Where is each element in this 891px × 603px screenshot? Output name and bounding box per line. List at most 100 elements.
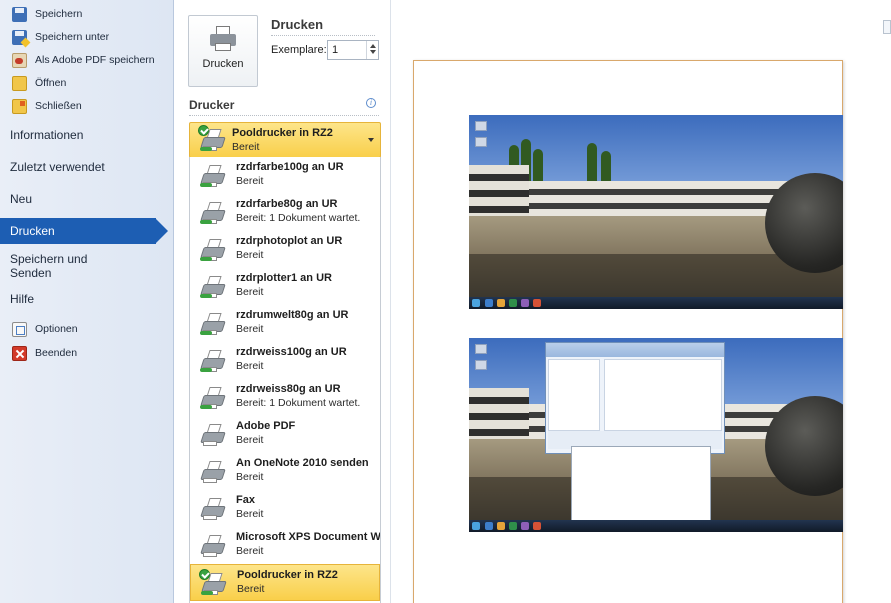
print-section-title: Drucken — [271, 17, 324, 32]
backstage-nav: Speichern Speichern unter Als Adobe PDF … — [0, 0, 174, 603]
printer-name: rzdrfarbe100g an UR — [236, 161, 344, 173]
printer-icon — [200, 311, 226, 337]
printer-icon — [199, 569, 227, 597]
zoom-button[interactable] — [883, 20, 891, 34]
printer-dropdown[interactable]: Pooldrucker in RZ2 Bereit — [189, 122, 381, 158]
printer-icon — [198, 125, 226, 153]
printer-name: rzdrweiss80g an UR — [236, 383, 341, 395]
printer-name: rzdrphotoplot an UR — [236, 235, 343, 247]
printer-list-item[interactable]: rzdrfarbe100g an UR Bereit — [190, 157, 380, 194]
nav-save-as-label: Speichern unter — [35, 31, 110, 43]
nav-optionen[interactable]: Optionen — [12, 320, 78, 338]
divider — [189, 115, 379, 116]
printer-list-item[interactable]: Microsoft XPS Document Writer Bereit — [190, 527, 380, 564]
nav-close[interactable]: Schließen — [12, 97, 82, 115]
copies-value[interactable]: 1 — [332, 44, 338, 56]
printer-list-item[interactable]: rzdrphotoplot an UR Bereit — [190, 231, 380, 268]
check-icon — [198, 125, 209, 136]
nav-optionen-label: Optionen — [35, 323, 78, 335]
save-as-icon — [12, 29, 27, 45]
printer-icon — [200, 385, 226, 411]
printer-status: Bereit — [236, 434, 264, 446]
spin-down-icon[interactable] — [369, 50, 376, 54]
nav-save-as-pdf-label: Als Adobe PDF speichern — [35, 54, 155, 66]
print-button-label: Drucken — [202, 58, 244, 70]
selected-printer-name: Pooldrucker in RZ2 — [232, 127, 333, 139]
printer-name: Microsoft XPS Document Writer — [236, 531, 381, 543]
printer-name: Adobe PDF — [236, 420, 296, 432]
printer-name: rzdrfarbe80g an UR — [236, 198, 338, 210]
printer-icon — [200, 533, 226, 559]
printer-icon — [200, 237, 226, 263]
printer-name: Pooldrucker in RZ2 — [237, 569, 338, 581]
printer-icon — [200, 422, 226, 448]
printer-list-item[interactable]: rzdrplotter1 an UR Bereit — [190, 268, 380, 305]
printer-icon — [209, 26, 237, 52]
nav-open[interactable]: Öffnen — [12, 74, 66, 92]
nav-neu[interactable]: Neu — [10, 192, 32, 206]
preview-image-1 — [469, 115, 843, 309]
printer-status: Bereit — [236, 249, 264, 261]
preview-image-2 — [469, 338, 843, 532]
print-preview — [392, 0, 891, 603]
copies-label: Exemplare: — [271, 44, 327, 56]
printer-list-item[interactable]: An OneNote 2010 senden Bereit — [190, 453, 380, 490]
print-button[interactable]: Drucken — [188, 15, 258, 87]
nav-speichern-senden[interactable]: Speichern und Senden — [10, 252, 130, 280]
printer-list-item[interactable]: Pooldrucker in RZ2 Bereit — [190, 564, 380, 601]
printer-list-item[interactable]: Adobe PDF Bereit — [190, 416, 380, 453]
printer-icon — [200, 274, 226, 300]
info-icon[interactable]: i — [366, 98, 376, 108]
printer-section-title: Drucker — [189, 98, 235, 112]
printer-name: rzdrumwelt80g an UR — [236, 309, 349, 321]
nav-beenden[interactable]: Beenden — [12, 344, 77, 362]
printer-icon — [200, 348, 226, 374]
nav-beenden-label: Beenden — [35, 347, 78, 359]
printer-list-item[interactable]: Fax Bereit — [190, 490, 380, 527]
options-icon — [12, 321, 27, 337]
printer-status: Bereit — [236, 360, 264, 372]
nav-open-label: Öffnen — [35, 77, 67, 89]
printer-name: Fax — [236, 494, 255, 506]
exit-icon — [12, 345, 27, 361]
check-icon — [199, 569, 210, 580]
nav-save-as[interactable]: Speichern unter — [12, 28, 109, 46]
printer-status: Bereit — [236, 175, 264, 187]
preview-page — [413, 60, 843, 603]
folder-close-icon — [12, 98, 27, 114]
printer-name: rzdrplotter1 an UR — [236, 272, 332, 284]
nav-hilfe[interactable]: Hilfe — [10, 292, 34, 306]
printer-status: Bereit — [236, 508, 264, 520]
printer-name: rzdrweiss100g an UR — [236, 346, 347, 358]
printer-status: Bereit: 1 Dokument wartet. — [236, 397, 361, 409]
printer-list-item[interactable]: rzdrweiss80g an UR Bereit: 1 Dokument war… — [190, 379, 380, 416]
printer-status: Bereit — [236, 286, 264, 298]
folder-open-icon — [12, 75, 27, 91]
printer-icon — [200, 459, 226, 485]
printer-status: Bereit — [237, 583, 265, 595]
chevron-down-icon[interactable] — [368, 138, 374, 142]
printer-status: Bereit — [236, 471, 264, 483]
printer-status: Bereit — [236, 545, 264, 557]
nav-drucken[interactable]: Drucken — [0, 218, 168, 244]
nav-zuletzt-verwendet[interactable]: Zuletzt verwendet — [10, 160, 105, 174]
nav-save[interactable]: Speichern — [12, 5, 82, 23]
copies-spin-buttons[interactable] — [366, 41, 378, 59]
save-icon — [12, 6, 27, 22]
printer-status: Bereit: 1 Dokument wartet. — [236, 212, 361, 224]
selected-printer-status: Bereit — [232, 141, 260, 153]
copies-stepper[interactable]: 1 — [327, 40, 379, 60]
nav-save-label: Speichern — [35, 8, 83, 20]
printer-list-item[interactable]: rzdrfarbe80g an UR Bereit: 1 Dokument war… — [190, 194, 380, 231]
spin-up-icon[interactable] — [369, 44, 376, 48]
printer-list-item[interactable]: rzdrweiss100g an UR Bereit — [190, 342, 380, 379]
printer-list-item[interactable]: rzdrumwelt80g an UR Bereit — [190, 305, 380, 342]
printer-status: Bereit — [236, 323, 264, 335]
nav-close-label: Schließen — [35, 100, 82, 112]
nav-informationen[interactable]: Informationen — [10, 128, 83, 142]
nav-save-as-pdf[interactable]: Als Adobe PDF speichern — [12, 51, 155, 69]
printer-icon — [200, 163, 226, 189]
fax-icon — [200, 496, 226, 522]
divider — [271, 35, 375, 36]
adobe-pdf-icon — [12, 52, 27, 68]
